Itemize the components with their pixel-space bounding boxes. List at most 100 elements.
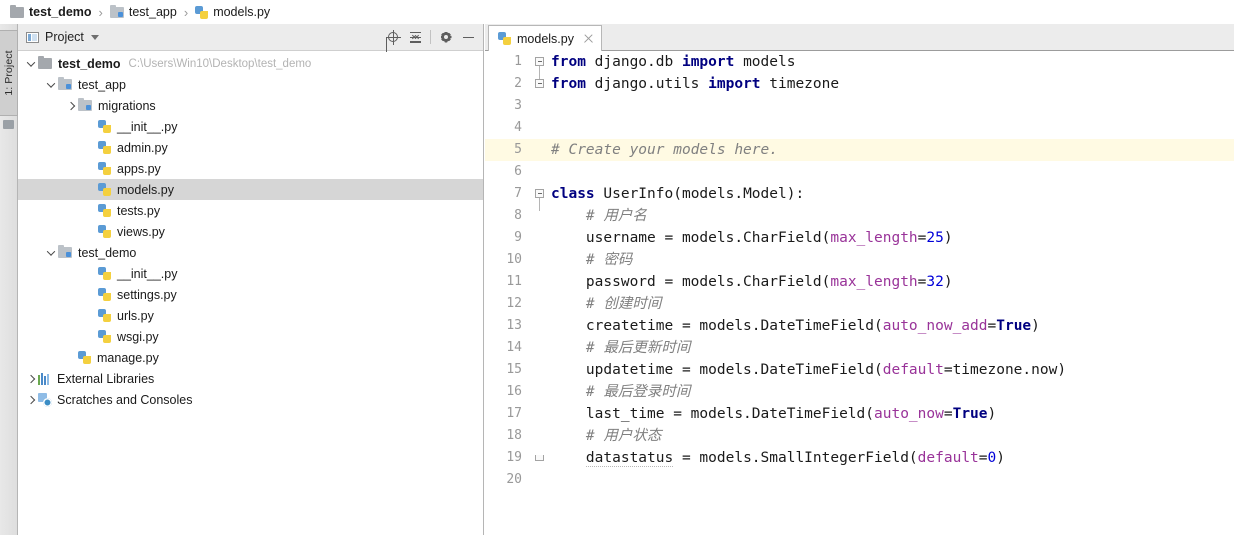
code-token: )	[943, 230, 953, 246]
code-line[interactable]: 17 last_time = models.DateTimeField(auto…	[485, 403, 1234, 425]
breadcrumb-item-project[interactable]: test_demo	[8, 2, 94, 22]
tree-row[interactable]: External Libraries	[18, 368, 483, 389]
close-icon[interactable]	[583, 33, 594, 44]
code-token: 0	[987, 450, 997, 466]
project-panel-actions	[382, 24, 479, 50]
fold-marker-icon[interactable]	[535, 56, 546, 79]
code-line[interactable]: 10 # 密码	[485, 249, 1234, 271]
chevron-right-icon[interactable]	[64, 95, 78, 116]
code-line[interactable]: 18 # 用户状态	[485, 425, 1234, 447]
code-token: import	[681, 54, 744, 70]
tree-row[interactable]: __init__.py	[18, 116, 483, 137]
code-line[interactable]: 4	[485, 117, 1234, 139]
project-panel: Project test_demo C:\Users\Win10\Desktop\…	[18, 24, 484, 535]
code-line[interactable]: 13 createtime = models.DateTimeField(aut…	[485, 315, 1234, 337]
project-panel-title: Project	[45, 30, 84, 44]
fold-marker-icon[interactable]	[535, 188, 546, 211]
line-number: 14	[506, 340, 522, 355]
collapse-all-icon	[409, 31, 422, 44]
tree-item-label: __init__.py	[117, 119, 178, 134]
collapse-all-button[interactable]	[404, 26, 426, 48]
line-number: 10	[506, 252, 522, 267]
code-line[interactable]: 20	[485, 469, 1234, 491]
code-line[interactable]: 19 datastatus = models.SmallIntegerField…	[485, 447, 1234, 469]
tree-row[interactable]: views.py	[18, 221, 483, 242]
tree-arrow-spacer	[84, 284, 98, 305]
tree-row[interactable]: test_demo	[18, 242, 483, 263]
fold-marker-icon[interactable]	[535, 453, 546, 464]
code-line[interactable]: 8 # 用户名	[485, 205, 1234, 227]
line-number: 11	[506, 274, 522, 289]
code-line[interactable]: 6	[485, 161, 1234, 183]
chevron-down-icon[interactable]	[44, 242, 58, 263]
locate-in-tree-button[interactable]	[382, 26, 404, 48]
code-line[interactable]: 11 password = models.CharField(max_lengt…	[485, 271, 1234, 293]
code-line[interactable]: 15 updatetime = models.DateTimeField(def…	[485, 359, 1234, 381]
tree-item-label: wsgi.py	[117, 329, 159, 344]
tree-row[interactable]: urls.py	[18, 305, 483, 326]
code-line-text: # Create your models here.	[551, 139, 778, 161]
code-token: =	[987, 318, 997, 334]
tree-row[interactable]: apps.py	[18, 158, 483, 179]
chevron-down-icon[interactable]	[24, 53, 38, 74]
code-line[interactable]: 1 from django.db import models	[485, 51, 1234, 79]
breadcrumb-item-app[interactable]: test_app	[108, 2, 179, 22]
python-file-icon	[98, 183, 111, 196]
fold-marker-icon[interactable]	[535, 78, 546, 90]
editor-tab-bar: models.py	[485, 24, 1234, 51]
tree-row[interactable]: Scratches and Consoles	[18, 389, 483, 410]
tree-row[interactable]: admin.py	[18, 137, 483, 158]
code-line[interactable]: 7 class UserInfo(models.Model):	[485, 183, 1234, 211]
tool-tab-project[interactable]: 1: Project	[0, 30, 18, 116]
scratches-icon	[38, 393, 52, 407]
code-line[interactable]: 5 # Create your models here.	[485, 139, 1234, 161]
code-token: updatetime = models.DateTimeField(	[551, 362, 883, 378]
breadcrumb-item-file[interactable]: models.py	[193, 2, 272, 22]
code-line-text: # 密码	[551, 249, 632, 271]
tree-row[interactable]: test_app	[18, 74, 483, 95]
tree-row[interactable]: tests.py	[18, 200, 483, 221]
code-line[interactable]: 16 # 最后登录时间	[485, 381, 1234, 403]
code-line[interactable]: 3	[485, 95, 1234, 117]
code-line[interactable]: 12 # 创建时间	[485, 293, 1234, 315]
pycharm-window: test_demo › test_app › models.py 1: Proj…	[0, 0, 1234, 535]
tree-row[interactable]: test_demo C:\Users\Win10\Desktop\test_dem…	[18, 53, 483, 74]
code-line-text: class UserInfo(models.Model):	[551, 183, 804, 205]
code-editor[interactable]: 1 from django.db import models 2 from djang…	[485, 51, 1234, 535]
structure-icon[interactable]	[3, 120, 14, 129]
code-line[interactable]: 2 from django.utils import timezone	[485, 73, 1234, 95]
tree-row[interactable]: migrations	[18, 95, 483, 116]
breadcrumb-separator-icon: ›	[98, 4, 103, 20]
chevron-right-icon[interactable]	[24, 368, 38, 389]
tree-row[interactable]: manage.py	[18, 347, 483, 368]
python-file-icon	[98, 267, 111, 280]
tree-item-label: urls.py	[117, 308, 154, 323]
chevron-down-icon[interactable]	[44, 74, 58, 95]
chevron-down-icon[interactable]	[90, 34, 99, 40]
tree-arrow-spacer	[64, 347, 78, 368]
editor-tab-models-py[interactable]: models.py	[488, 25, 602, 51]
code-token: import	[708, 76, 770, 92]
code-token: max_length	[830, 230, 918, 246]
tree-row[interactable]: models.py	[18, 179, 483, 200]
project-tree[interactable]: test_demo C:\Users\Win10\Desktop\test_dem…	[18, 51, 483, 535]
code-line-text: last_time = models.DateTimeField(auto_no…	[551, 403, 996, 425]
tree-row[interactable]: settings.py	[18, 284, 483, 305]
tree-row[interactable]: wsgi.py	[18, 326, 483, 347]
hide-panel-button[interactable]	[457, 26, 479, 48]
tree-item-label: __init__.py	[117, 266, 178, 281]
panel-settings-button[interactable]	[435, 26, 457, 48]
line-number: 19	[506, 450, 522, 465]
tree-arrow-spacer	[84, 137, 98, 158]
tree-row[interactable]: __init__.py	[18, 263, 483, 284]
code-line[interactable]: 14 # 最后更新时间	[485, 337, 1234, 359]
code-line-text: from django.db import models	[551, 51, 795, 73]
chevron-right-icon[interactable]	[24, 389, 38, 410]
code-line[interactable]: 9 username = models.CharField(max_length…	[485, 227, 1234, 249]
line-number: 13	[506, 318, 522, 333]
python-file-icon	[98, 141, 111, 154]
